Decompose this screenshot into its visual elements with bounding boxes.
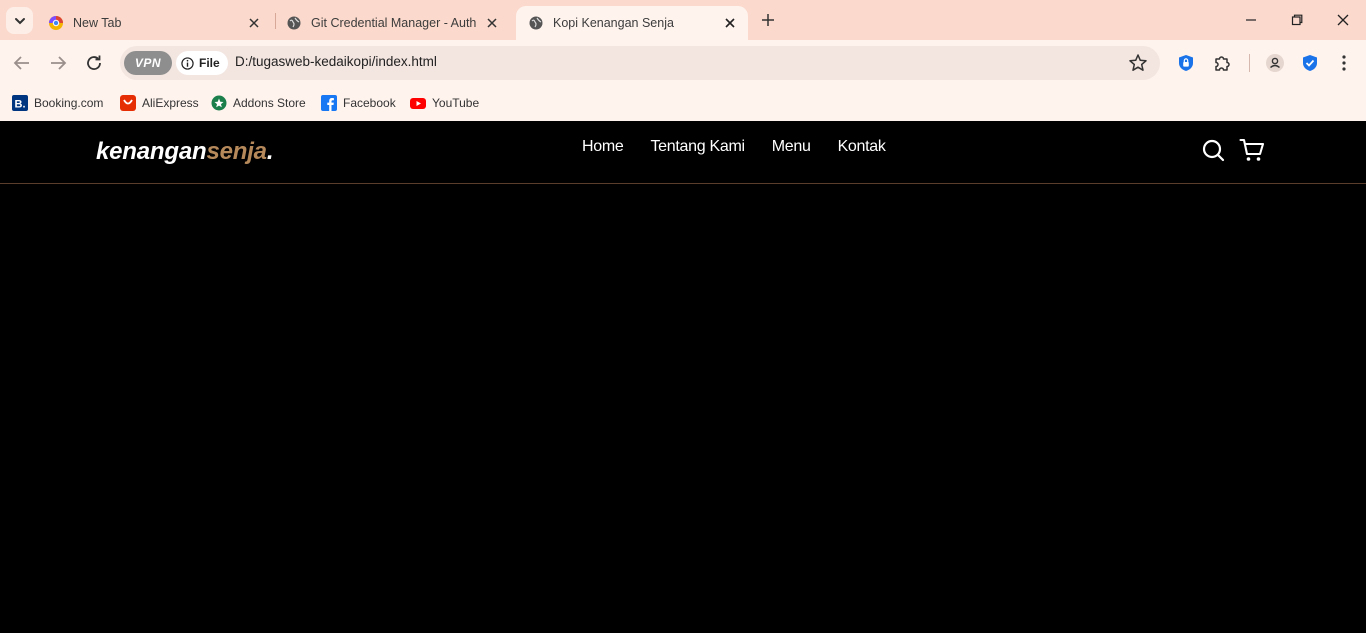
shopping-cart-icon[interactable]: [1239, 137, 1265, 163]
shield-check-icon: [1303, 55, 1317, 71]
arrow-right-icon: [51, 56, 67, 70]
close-icon[interactable]: [244, 13, 264, 33]
tab-title: Kopi Kenangan Senja: [553, 16, 674, 30]
security-extension[interactable]: [1299, 52, 1321, 74]
globe-icon: [286, 15, 302, 31]
site-navbar: kenangansenja. Home Tentang Kami Menu Ko…: [0, 121, 1366, 184]
arrow-left-icon: [13, 56, 29, 70]
profile-button[interactable]: [1264, 52, 1286, 74]
booking-icon: B.: [12, 95, 28, 111]
youtube-icon: [410, 95, 426, 111]
close-icon[interactable]: [720, 13, 740, 33]
nav-link-kontak[interactable]: Kontak: [838, 138, 886, 156]
tab-git-credential-manager[interactable]: Git Credential Manager - Authe: [274, 6, 510, 40]
bookmark-star-icon[interactable]: [1128, 53, 1148, 73]
tab-title: Git Credential Manager - Authe: [311, 16, 476, 30]
bookmark-label: Addons Store: [233, 96, 306, 110]
bookmark-label: Booking.com: [34, 96, 104, 110]
address-bar[interactable]: VPN File D:/tugasweb-kedaikopi/index.htm…: [120, 46, 1160, 80]
toolbar-separator: [1249, 54, 1250, 72]
bookmark-label: Facebook: [343, 96, 396, 110]
browser-menu-button[interactable]: [1333, 52, 1355, 74]
bookmark-booking[interactable]: B. Booking.com: [12, 92, 103, 114]
aliexpress-icon: [120, 95, 136, 111]
forward-button[interactable]: [45, 50, 71, 76]
logo-main-text: kenangan: [96, 138, 207, 165]
logo-accent-text: senja: [206, 138, 267, 165]
puzzle-icon: [1215, 56, 1230, 71]
close-icon[interactable]: [482, 13, 502, 33]
tab-search-button[interactable]: [6, 7, 33, 34]
page-content: kenangansenja. Home Tentang Kami Menu Ko…: [0, 121, 1366, 633]
info-icon: [181, 56, 194, 70]
globe-icon: [528, 15, 544, 31]
bookmark-facebook[interactable]: Facebook: [321, 92, 396, 114]
site-logo[interactable]: kenangansenja.: [96, 138, 273, 166]
bookmark-label: YouTube: [432, 96, 480, 110]
svg-text:B.: B.: [15, 99, 26, 111]
bookmark-label: AliExpress: [142, 96, 199, 110]
vpn-toggle[interactable]: VPN: [124, 51, 172, 75]
vpn-shield-extension[interactable]: [1175, 52, 1197, 74]
bookmark-addons-store[interactable]: Addons Store: [211, 92, 306, 114]
browser-logo-icon: [48, 15, 64, 31]
back-button[interactable]: [9, 50, 35, 76]
site-chip-label: File: [199, 56, 220, 70]
more-vertical-icon: [1342, 55, 1346, 71]
extensions-button[interactable]: [1211, 52, 1233, 74]
close-icon: [1337, 14, 1349, 26]
minimize-button[interactable]: [1239, 8, 1263, 32]
tab-title: New Tab: [73, 16, 122, 30]
nav-link-tentang-kami[interactable]: Tentang Kami: [650, 138, 745, 156]
chevron-down-icon: [14, 17, 25, 24]
close-window-button[interactable]: [1331, 8, 1355, 32]
bookmarks-bar: B. Booking.com AliExpress Addons Store F…: [0, 86, 1366, 121]
bookmark-youtube[interactable]: YouTube: [410, 92, 479, 114]
plus-icon: [762, 14, 774, 26]
bookmark-aliexpress[interactable]: AliExpress: [120, 92, 199, 114]
reload-button[interactable]: [81, 50, 107, 76]
tab-strip: New Tab Git Credential Manager - Authe K…: [0, 0, 1366, 40]
restore-button[interactable]: [1285, 8, 1309, 32]
tab-kopi-kenangan-senja[interactable]: Kopi Kenangan Senja: [516, 6, 748, 40]
avatar-icon: [1266, 54, 1284, 72]
restore-icon: [1291, 14, 1303, 26]
new-tab-button[interactable]: [756, 8, 780, 32]
search-icon[interactable]: [1200, 137, 1226, 163]
logo-dot: .: [266, 138, 274, 165]
tab-new-tab[interactable]: New Tab: [36, 6, 272, 40]
nav-link-home[interactable]: Home: [582, 138, 624, 156]
shield-lock-icon: [1179, 55, 1193, 71]
minimize-icon: [1246, 19, 1256, 21]
reload-icon: [87, 55, 101, 70]
browser-toolbar: VPN File D:/tugasweb-kedaikopi/index.htm…: [0, 40, 1366, 86]
site-info-chip[interactable]: File: [176, 51, 228, 75]
url-text[interactable]: D:/tugasweb-kedaikopi/index.html: [235, 54, 437, 69]
facebook-icon: [321, 95, 337, 111]
nav-link-menu[interactable]: Menu: [772, 138, 811, 156]
site-menu: Home Tentang Kami Menu Kontak: [582, 138, 913, 156]
addons-store-icon: [211, 95, 227, 111]
